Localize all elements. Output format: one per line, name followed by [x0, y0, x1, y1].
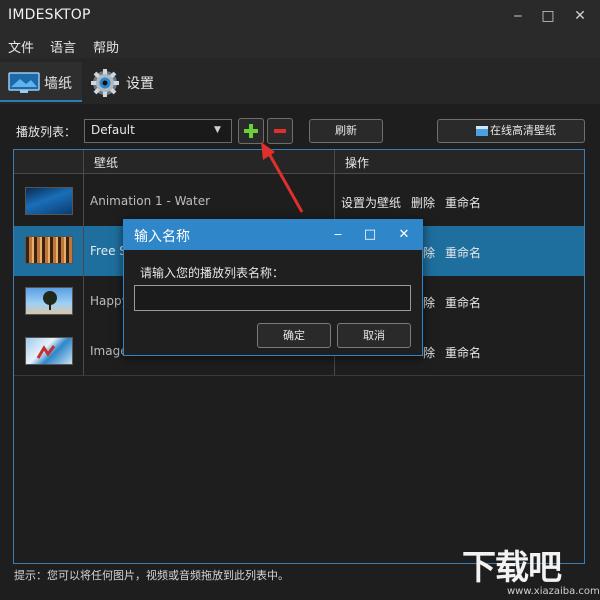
dialog-minimize-button[interactable]: ‒ [327, 224, 349, 246]
thumbnail-forest [25, 236, 73, 264]
figure-image [36, 345, 56, 359]
minus-icon [274, 129, 286, 133]
dialog-title: 输入名称 [134, 229, 190, 245]
menu-file[interactable]: 文件 [8, 37, 34, 56]
row-name: Image [90, 344, 128, 358]
close-button[interactable]: ✕ [566, 4, 594, 28]
chevron-down-icon: ▼ [214, 125, 221, 135]
rename-link[interactable]: 重命名 [445, 244, 481, 261]
online-wallpaper-button[interactable]: 在线高清壁纸 [437, 119, 585, 143]
gear-icon [91, 69, 119, 97]
maximize-icon: □ [541, 8, 555, 24]
rename-link[interactable]: 重命名 [445, 194, 481, 211]
watermark-logo: 下载吧 [462, 548, 562, 588]
close-icon: ✕ [574, 8, 586, 24]
rename-link[interactable]: 重命名 [445, 344, 481, 361]
set-wallpaper-link[interactable]: 设置为壁纸 [341, 194, 401, 211]
thumbnail-water [25, 187, 73, 215]
monitor-icon [8, 72, 40, 93]
close-icon: ✕ [398, 227, 410, 242]
rename-link[interactable]: 重命名 [445, 294, 481, 311]
tab-settings[interactable]: 设置 [86, 62, 166, 102]
thumbnail-image [25, 337, 73, 365]
clapper-icon [476, 126, 488, 136]
app-title: IMDESKTOP [8, 7, 91, 23]
tab-wallpaper-label: 墙纸 [44, 76, 72, 92]
minimize-icon: ‒ [333, 227, 343, 242]
menu-bar [0, 32, 600, 58]
dialog-maximize-button[interactable]: □ [359, 224, 381, 246]
delete-link[interactable]: 除 [423, 244, 435, 261]
playlist-name-input[interactable] [134, 285, 411, 311]
column-header-wallpaper: 壁纸 [94, 156, 119, 170]
online-wallpaper-label: 在线高清壁纸 [490, 124, 556, 137]
dialog-close-button[interactable]: ✕ [393, 224, 415, 246]
maximize-button[interactable]: □ [534, 4, 562, 28]
menu-help[interactable]: 帮助 [93, 37, 119, 56]
plus-icon [244, 124, 258, 138]
playlist-select[interactable]: Default [84, 119, 232, 143]
delete-link[interactable]: 除 [423, 344, 435, 361]
thumbnail-tree [25, 287, 73, 315]
dialog-prompt: 请输入您的播放列表名称： [140, 266, 285, 280]
hint-text: 提示：您可以将任何图片，视频或音频拖放到此列表中。 [14, 569, 289, 582]
tab-settings-label: 设置 [126, 76, 154, 92]
minimize-icon: ‒ [513, 8, 523, 24]
row-name: Animation 1 - Water [90, 194, 211, 208]
refresh-button[interactable]: 刷新 [309, 119, 383, 143]
row-divider [14, 375, 584, 376]
minimize-button[interactable]: ‒ [504, 4, 532, 28]
playlist-label: 播放列表： [16, 125, 77, 139]
column-header-actions: 操作 [345, 156, 370, 170]
delete-link[interactable]: 除 [423, 294, 435, 311]
tree-image [43, 291, 57, 310]
cancel-button[interactable]: 取消 [337, 323, 411, 348]
column-divider [83, 150, 84, 376]
menu-language[interactable]: 语言 [50, 37, 76, 56]
maximize-icon: □ [363, 227, 377, 242]
delete-link[interactable]: 删除 [411, 194, 435, 211]
watermark-url: www.xiazaiba.com [507, 586, 600, 597]
tab-wallpaper[interactable]: 墙纸 [0, 62, 82, 102]
ok-button[interactable]: 确定 [257, 323, 331, 348]
annotation-arrow-icon [261, 142, 304, 213]
